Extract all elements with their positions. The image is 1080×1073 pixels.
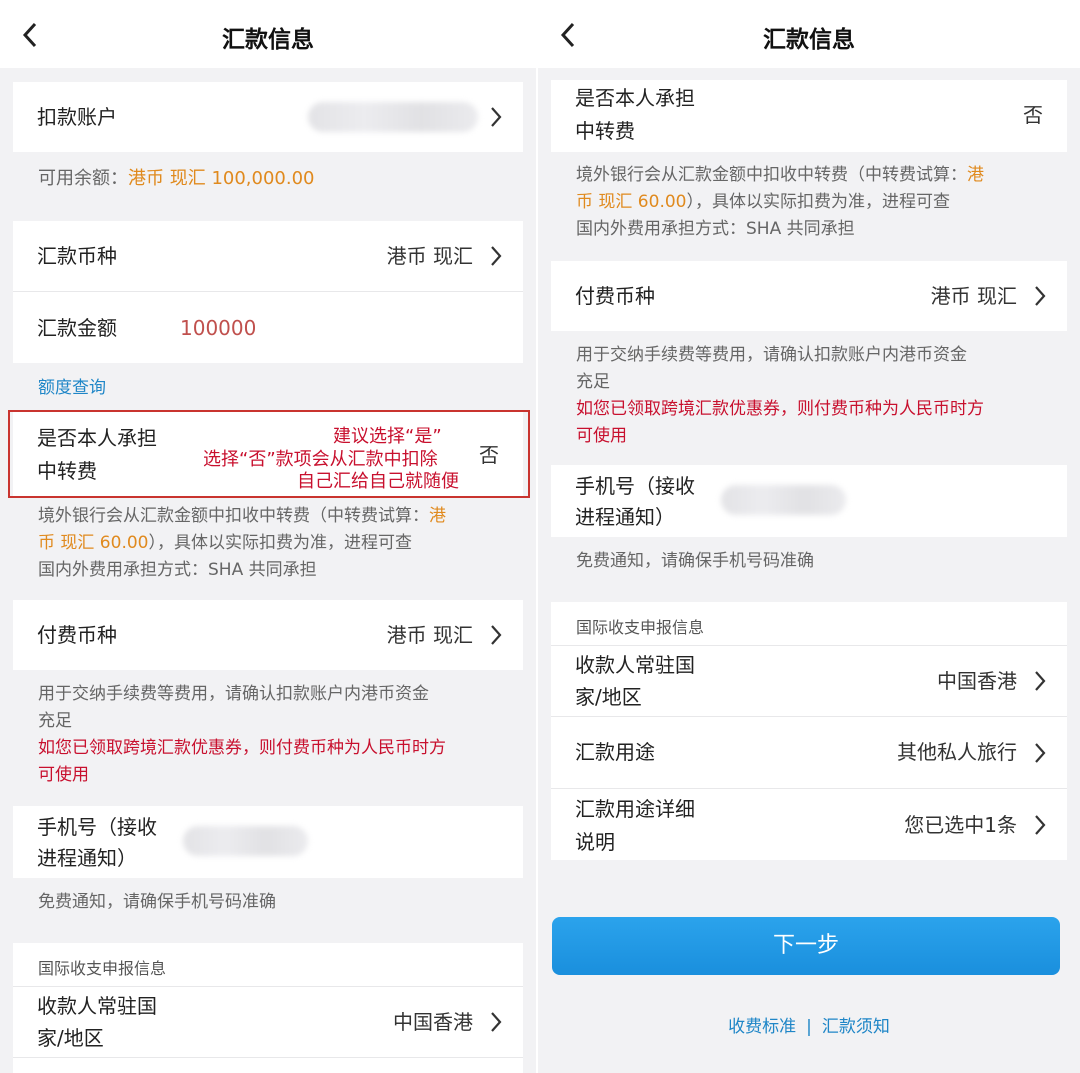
phone-label-1: 手机号（接收: [37, 815, 157, 839]
next-step-button[interactable]: 下一步: [552, 917, 1060, 975]
chevron-right-icon: [489, 1011, 503, 1033]
top-bar: 汇款信息: [538, 0, 1080, 68]
bear-fee-label-2: 中转费: [575, 119, 635, 143]
purpose-detail-label-1: 汇款用途详细: [575, 797, 695, 821]
blurred-account-number: [308, 102, 478, 132]
footer-links: 收费标准 | 汇款须知: [538, 1012, 1080, 1037]
chevron-right-icon: [1033, 670, 1047, 692]
pay-currency-label: 付费币种: [575, 284, 655, 308]
available-balance: 可用余额：港币 现汇 100,000.00: [38, 168, 315, 189]
page-title: 汇款信息: [763, 27, 855, 53]
bear-fee-label-1: 是否本人承担: [575, 86, 695, 110]
pay-currency-label: 付费币种: [37, 623, 117, 647]
debit-account-label: 扣款账户: [37, 105, 117, 129]
purpose-detail-value: 您已选中1条: [904, 813, 1017, 837]
remit-currency-value: 港币 现汇: [386, 244, 473, 268]
right-screen: 汇款信息 是否本人承担 中转费 否 境外银行会从汇款金额中扣收中转费（中转费试算…: [538, 0, 1080, 1073]
link-separator: |: [806, 1017, 812, 1037]
phone-note: 免费通知，请确保手机号码准确: [576, 551, 814, 571]
phone-row: 手机号（接收 进程通知）: [13, 806, 523, 878]
country-label-1: 收款人常驻国: [575, 653, 695, 677]
purpose-detail-label-2: 说明: [575, 830, 615, 854]
annotation-line-3: 自己汇给自己就随便: [297, 471, 459, 492]
purpose-value: 其他私人旅行: [897, 740, 1017, 764]
phone-row: 手机号（接收 进程通知）: [551, 465, 1067, 537]
chevron-right-icon: [489, 245, 503, 267]
country-label-1: 收款人常驻国: [37, 994, 157, 1018]
remittance-notice-link[interactable]: 汇款须知: [822, 1012, 890, 1037]
chevron-right-icon: [1033, 285, 1047, 307]
phone-label-1: 手机号（接收: [575, 474, 695, 498]
remit-amount-label: 汇款金额: [37, 316, 117, 340]
section-title: 国际收支申报信息: [576, 618, 705, 637]
page-title: 汇款信息: [222, 27, 314, 53]
pay-currency-row[interactable]: 付费币种 港币 现汇: [551, 261, 1067, 331]
divider: [13, 1057, 523, 1058]
pay-currency-row[interactable]: 付费币种 港币 现汇: [13, 600, 523, 670]
phone-note: 免费通知，请确保手机号码准确: [38, 892, 276, 912]
chevron-right-icon: [489, 624, 503, 646]
top-bar: 汇款信息: [0, 0, 536, 68]
remit-amount-row: 汇款金额 100000: [13, 292, 523, 363]
country-row[interactable]: 收款人常驻国 家/地区 中国香港: [13, 987, 523, 1057]
balance-value: 港币 现汇 100,000.00: [128, 168, 315, 189]
fee-note: 境外银行会从汇款金额中扣收中转费（中转费试算：港 币 现汇 60.00），具体以…: [38, 506, 446, 580]
blurred-phone-number[interactable]: [721, 485, 846, 515]
purpose-detail-row[interactable]: 汇款用途详细 说明 您已选中1条: [551, 789, 1067, 860]
pay-currency-value: 港币 现汇: [930, 284, 1017, 308]
pay-note: 用于交纳手续费等费用，请确认扣款账户内港币资金 充足 如您已领取跨境汇款优惠券，…: [576, 345, 984, 446]
bear-fee-value: 否: [1023, 103, 1043, 127]
country-value: 中国香港: [393, 1010, 473, 1034]
fee-note: 境外银行会从汇款金额中扣收中转费（中转费试算：港 币 现汇 60.00），具体以…: [576, 165, 984, 239]
chevron-right-icon: [1033, 742, 1047, 764]
purpose-row[interactable]: 汇款用途 其他私人旅行: [551, 717, 1067, 788]
blurred-phone-number[interactable]: [183, 826, 308, 856]
left-screen: 汇款信息 扣款账户 可用余额：港币 现汇 100,000.00 汇款币种 港币 …: [0, 0, 536, 1073]
purpose-label: 汇款用途: [575, 740, 655, 764]
remit-currency-row[interactable]: 汇款币种 港币 现汇: [13, 221, 523, 291]
quota-query-link[interactable]: 额度查询: [38, 373, 106, 398]
country-value: 中国香港: [937, 669, 1017, 693]
bear-fee-row[interactable]: 是否本人承担 中转费 否: [551, 80, 1067, 152]
section-title: 国际收支申报信息: [38, 959, 167, 978]
phone-label-2: 进程通知）: [37, 846, 137, 870]
country-row[interactable]: 收款人常驻国 家/地区 中国香港: [551, 646, 1067, 716]
country-label-2: 家/地区: [575, 685, 642, 709]
country-label-2: 家/地区: [37, 1026, 104, 1050]
pay-currency-value: 港币 现汇: [386, 623, 473, 647]
phone-label-2: 进程通知）: [575, 505, 675, 529]
chevron-right-icon: [1033, 814, 1047, 836]
debit-account-row[interactable]: 扣款账户: [13, 82, 523, 152]
remit-currency-label: 汇款币种: [37, 244, 117, 268]
fee-standard-link[interactable]: 收费标准: [728, 1012, 796, 1037]
chevron-right-icon: [489, 106, 503, 128]
pay-note: 用于交纳手续费等费用，请确认扣款账户内港币资金 充足 如您已领取跨境汇款优惠券，…: [38, 684, 446, 785]
remit-amount-input[interactable]: 100000: [180, 312, 256, 344]
